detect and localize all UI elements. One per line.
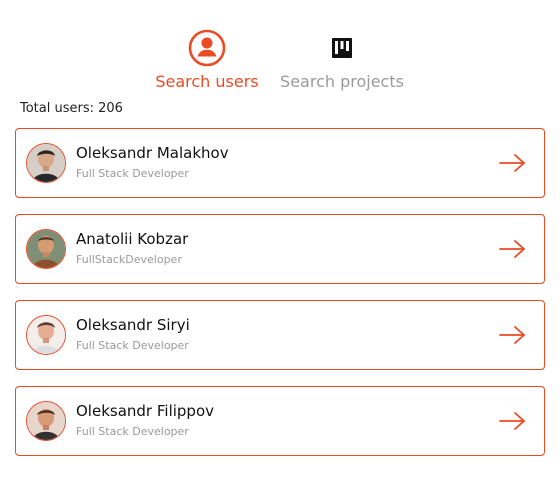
tab-search-users-label: Search users xyxy=(155,72,259,91)
user-role: Full Stack Developer xyxy=(76,167,189,180)
avatar xyxy=(26,229,66,269)
profile-photo-icon xyxy=(27,316,65,354)
user-name: Anatolii Kobzar xyxy=(76,230,189,248)
tab-search-users[interactable]: Search users xyxy=(152,28,262,92)
kanban-board-icon xyxy=(322,28,362,68)
user-role: FullStackDeveloper xyxy=(76,253,182,266)
user-name: Oleksandr Filippov xyxy=(76,402,214,420)
user-circle-icon xyxy=(187,28,227,68)
user-role: Full Stack Developer xyxy=(76,425,189,438)
arrow-right-icon[interactable] xyxy=(499,410,527,432)
user-name: Oleksandr Siryi xyxy=(76,316,190,334)
avatar xyxy=(26,315,66,355)
total-users-count: Total users: 206 xyxy=(20,101,123,116)
profile-photo-icon xyxy=(27,230,65,268)
arrow-right-icon[interactable] xyxy=(499,324,527,346)
user-list-item[interactable]: Oleksandr Filippov Full Stack Developer xyxy=(15,386,545,456)
search-page: Search users Search projects Total users… xyxy=(0,0,560,500)
user-list-item[interactable]: Oleksandr Siryi Full Stack Developer xyxy=(15,300,545,370)
user-list-item[interactable]: Anatolii Kobzar FullStackDeveloper xyxy=(15,214,545,284)
avatar xyxy=(26,143,66,183)
user-list-item[interactable]: Oleksandr Malakhov Full Stack Developer xyxy=(15,128,545,198)
arrow-right-icon[interactable] xyxy=(499,152,527,174)
tab-search-projects[interactable]: Search projects xyxy=(274,28,410,92)
arrow-right-icon[interactable] xyxy=(499,238,527,260)
search-tabs: Search users Search projects xyxy=(0,28,560,98)
user-role: Full Stack Developer xyxy=(76,339,189,352)
tab-search-projects-label: Search projects xyxy=(280,72,404,91)
user-name: Oleksandr Malakhov xyxy=(76,144,229,162)
avatar xyxy=(26,401,66,441)
profile-photo-icon xyxy=(27,402,65,440)
profile-photo-icon xyxy=(27,144,65,182)
